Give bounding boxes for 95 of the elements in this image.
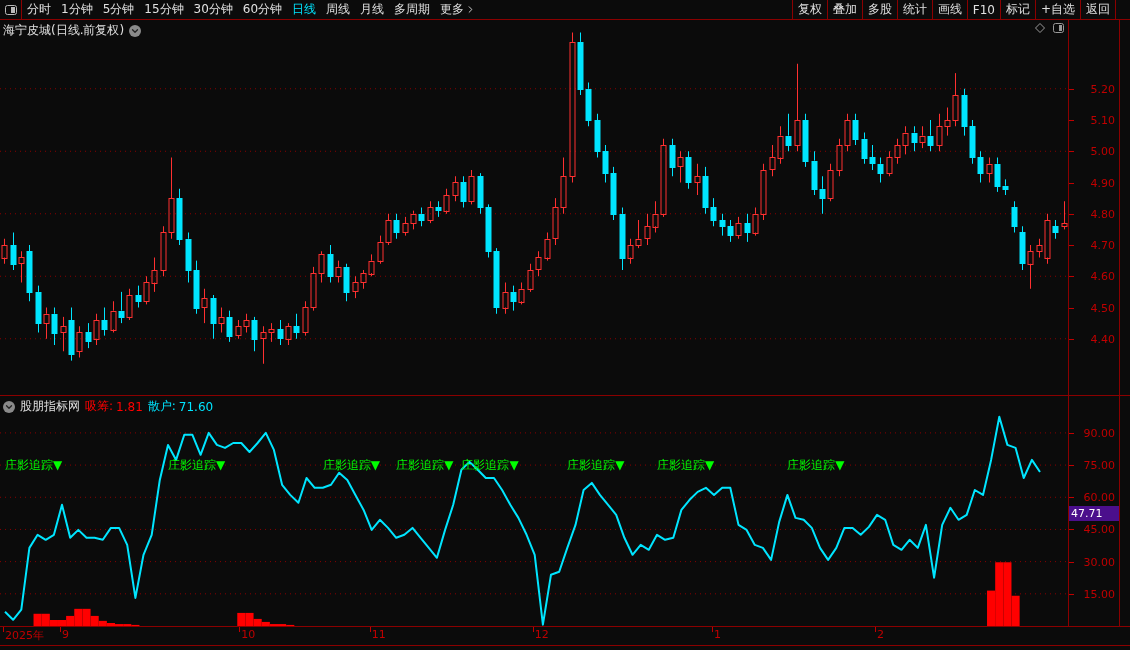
toolbar-button[interactable]: 叠加 (826, 0, 862, 19)
period-tab[interactable]: 1分钟 (56, 0, 98, 19)
candlestick (68, 307, 75, 362)
candlestick (393, 213, 400, 240)
date-label: 9 (62, 628, 70, 641)
candlestick (335, 260, 342, 283)
period-tab[interactable]: 日线 (287, 0, 322, 19)
candlestick (60, 316, 67, 352)
candlestick (18, 250, 25, 283)
candlestick (877, 157, 884, 183)
axis-label: 5.10 (1090, 113, 1115, 127)
chart-title: 海宁皮城(日线.前复权) (3, 22, 125, 39)
axis-label: 4.70 (1090, 238, 1115, 252)
signal-label: 庄影追踪▼ (656, 456, 715, 474)
axis-label: 75.00 (1083, 458, 1115, 472)
toolbar-button[interactable]: F10 (966, 0, 1000, 19)
candlestick (101, 307, 108, 337)
date-label: 2 (877, 628, 884, 641)
candlestick (201, 288, 208, 324)
candlestick (85, 322, 92, 349)
axis-label: 4.60 (1090, 269, 1115, 283)
period-tab[interactable]: 周线 (321, 0, 356, 19)
axis-label: 4.90 (1090, 176, 1115, 189)
candlestick (218, 307, 225, 333)
panel-toggle-icon (4, 4, 17, 15)
candlestick (677, 150, 684, 183)
candlestick (35, 285, 42, 333)
axis-label: 4.80 (1090, 207, 1115, 221)
axis-label: 90.00 (1083, 426, 1115, 440)
candlestick (293, 313, 300, 340)
toolbar-button[interactable]: 返回 (1080, 0, 1115, 19)
candlestick (694, 163, 701, 196)
axis-label: 60.00 (1083, 490, 1115, 504)
axis-label: 5.20 (1090, 82, 1115, 96)
candlestick (435, 200, 442, 218)
axis-label: 30.00 (1083, 555, 1115, 569)
signal-label: 庄影追踪▼ (567, 456, 625, 474)
date-label: 1 (714, 628, 721, 641)
dropdown-icon[interactable] (3, 400, 15, 413)
period-tab[interactable]: 30分钟 (188, 0, 238, 19)
candlestick (986, 157, 993, 183)
indicator-name: 股朋指标网 (20, 398, 80, 415)
signal-label: 庄影追踪▼ (396, 456, 454, 474)
signal-label: 庄影追踪▼ (322, 456, 381, 474)
date-label: 12 (534, 628, 549, 641)
series-reading: 71.60 (178, 399, 214, 414)
period-tab[interactable]: 分时 (22, 0, 56, 19)
toolbar-button[interactable]: 画线 (931, 0, 967, 19)
date-label: 2025年 (5, 628, 44, 643)
axis-label: 4.50 (1090, 301, 1115, 314)
candlestick (1052, 219, 1059, 240)
candlestick (210, 294, 217, 340)
candlestick (569, 32, 576, 183)
series-name: 散户: (147, 398, 176, 415)
axis-label: 4.40 (1090, 332, 1115, 346)
candlestick (460, 175, 467, 208)
candlestick (327, 244, 334, 283)
candlestick (76, 325, 83, 358)
period-tab[interactable]: 月线 (355, 0, 390, 19)
toolbar-button[interactable]: 多股 (861, 0, 897, 19)
period-tab[interactable]: 15分钟 (139, 0, 189, 19)
dropdown-icon[interactable] (129, 24, 142, 37)
candlestick (744, 213, 751, 243)
signal-label: 庄影追踪▼ (5, 456, 63, 474)
axis-label: 45.00 (1083, 522, 1115, 536)
candlestick (1019, 225, 1026, 271)
current-value-tag: 47.71 (1069, 506, 1119, 521)
candlestick (1027, 244, 1034, 290)
date-label: 11 (371, 628, 386, 641)
toolbar-button[interactable]: 标记 (999, 0, 1035, 19)
candlestick (135, 285, 142, 308)
axis-label: 15.00 (1083, 587, 1115, 601)
candlestick (110, 300, 117, 333)
period-tab[interactable]: 更多 (435, 0, 482, 19)
series-reading: 1.81 (116, 399, 143, 414)
candlestick (735, 216, 742, 240)
period-tab[interactable]: 多周期 (389, 0, 436, 19)
signal-label: 庄影追踪▼ (168, 456, 226, 474)
panel-toggle-icon[interactable] (1053, 23, 1064, 33)
axis-label: 5.00 (1090, 144, 1115, 158)
toolbar-button[interactable]: 统计 (896, 0, 932, 19)
date-label: 10 (241, 628, 256, 641)
candlestick (43, 307, 50, 340)
candlestick (510, 285, 517, 312)
series-name: 吸筹: (85, 398, 114, 415)
candlestick (277, 319, 284, 346)
toolbar-button[interactable]: 复权 (791, 0, 827, 19)
signal-label: 庄影追踪▼ (787, 456, 845, 474)
candlestick (535, 250, 542, 277)
toolbar-button[interactable]: +自选 (1034, 0, 1080, 19)
diamond-icon[interactable] (1035, 23, 1045, 33)
period-tab[interactable]: 5分钟 (97, 0, 140, 19)
candlestick (1011, 200, 1018, 233)
period-tab[interactable]: 60分钟 (237, 0, 288, 19)
candlestick (685, 150, 692, 190)
